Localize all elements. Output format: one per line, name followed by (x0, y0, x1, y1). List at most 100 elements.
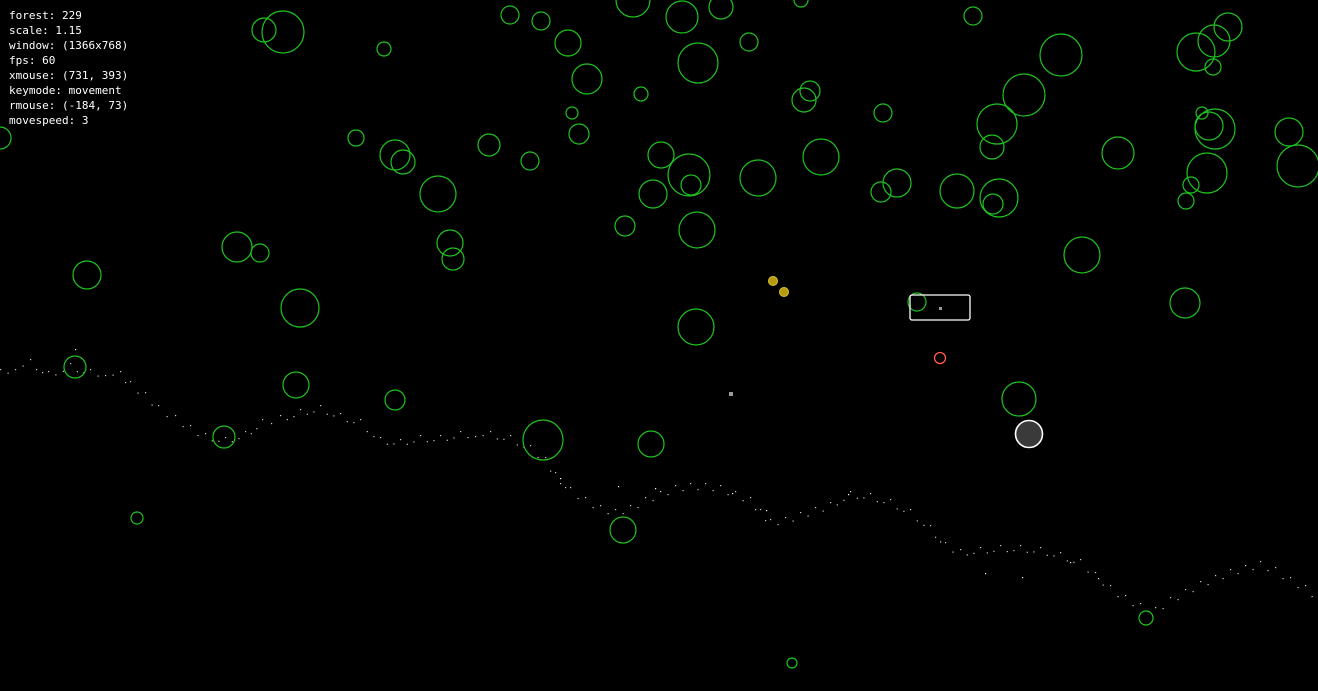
path-dot (420, 435, 422, 437)
path-dot (720, 485, 722, 487)
path-dot (406, 443, 408, 445)
path-dot (460, 431, 462, 433)
path-dot (1080, 559, 1082, 561)
path-dot (903, 510, 905, 512)
path-dot (1066, 560, 1068, 562)
game-world[interactable] (0, 0, 1318, 691)
path-dot (158, 405, 160, 407)
debug-separator: : (48, 9, 62, 22)
debug-line-fps: fps: 60 (9, 53, 128, 68)
path-dot (262, 419, 264, 421)
path-dot (890, 499, 892, 501)
tree-circle (633, 86, 649, 102)
path-dot (896, 508, 898, 510)
tree-circle (615, 0, 651, 18)
tree-circle (982, 193, 1004, 215)
tree-circle (1039, 33, 1083, 77)
path-dot (175, 415, 177, 417)
path-dot (705, 483, 707, 485)
path-dot (1185, 589, 1187, 591)
path-dot (966, 554, 968, 556)
path-dot (125, 382, 127, 384)
path-dot (792, 520, 794, 522)
debug-value: (731, 393) (62, 69, 129, 82)
path-dot (1095, 572, 1097, 574)
path-dot (245, 431, 247, 433)
path-dot (238, 438, 240, 440)
path-dot (856, 497, 858, 499)
tree-circle (939, 173, 975, 209)
path-dot (1110, 585, 1112, 587)
tree-circle (1138, 610, 1154, 626)
path-dot (800, 512, 802, 514)
tree-circle (678, 211, 716, 249)
tree-circle (477, 133, 501, 157)
path-dot (1140, 603, 1142, 605)
tree-circle (638, 179, 668, 209)
path-dot (76, 371, 78, 373)
tree-circle (739, 159, 777, 197)
path-dot (570, 487, 572, 489)
path-dot (760, 509, 762, 511)
tree-circle (882, 168, 912, 198)
item-pickup (779, 287, 789, 297)
path-dot (1192, 591, 1194, 593)
tree-circle (571, 63, 603, 95)
path-dot (1022, 577, 1024, 579)
path-dot (785, 517, 787, 519)
tree-circle (802, 138, 840, 176)
path-dot (360, 419, 362, 421)
game-canvas[interactable]: forest: 229 scale: 1.15 window: (1366x768)… (0, 0, 1318, 691)
tree-circle (1101, 136, 1135, 170)
path-dot (120, 371, 122, 373)
tree-circle (870, 181, 892, 203)
path-dot (70, 363, 72, 365)
path-dot (545, 457, 547, 459)
path-dot (848, 494, 850, 496)
tree-circle (677, 308, 715, 346)
tree-circle (63, 355, 87, 379)
debug-separator: : (48, 39, 62, 52)
tree-circle (72, 260, 102, 290)
debug-line-xmouse: xmouse: (731, 393) (9, 68, 128, 83)
path-dot (690, 483, 692, 485)
tree-circle (1186, 152, 1228, 194)
path-dot (293, 416, 295, 418)
tree-circle (1169, 287, 1201, 319)
path-dot (320, 405, 322, 407)
path-dot (555, 472, 557, 474)
path-dot (231, 441, 233, 443)
path-dot (48, 371, 50, 373)
path-dot (1033, 551, 1035, 553)
player-character[interactable] (1014, 419, 1044, 449)
path-dot (675, 485, 677, 487)
path-dot (985, 573, 987, 575)
tree-circle (261, 10, 305, 54)
tree-circle (1001, 381, 1037, 417)
path-dot (15, 369, 17, 371)
tree-circle (347, 129, 365, 147)
path-dot (682, 490, 684, 492)
path-dot (652, 500, 654, 502)
path-dot (1207, 584, 1209, 586)
path-dot (1252, 569, 1254, 571)
path-dot (765, 520, 767, 522)
path-dot (1237, 573, 1239, 575)
path-dot (326, 413, 328, 415)
tree-circle (212, 425, 236, 449)
path-dot (286, 419, 288, 421)
path-dot (1040, 547, 1042, 549)
path-dot (413, 441, 415, 443)
tree-circle (419, 175, 457, 213)
path-dot (333, 415, 335, 417)
path-dot (830, 502, 832, 504)
path-dot (592, 507, 594, 509)
tree-circle (390, 149, 416, 175)
path-dot (577, 498, 579, 500)
debug-value: 1.15 (55, 24, 82, 37)
path-dot (453, 437, 455, 439)
path-dot (475, 436, 477, 438)
debug-overlay: forest: 229 scale: 1.15 window: (1366x768)… (9, 8, 128, 128)
path-dot (1087, 571, 1089, 573)
tree-circle (379, 139, 411, 171)
